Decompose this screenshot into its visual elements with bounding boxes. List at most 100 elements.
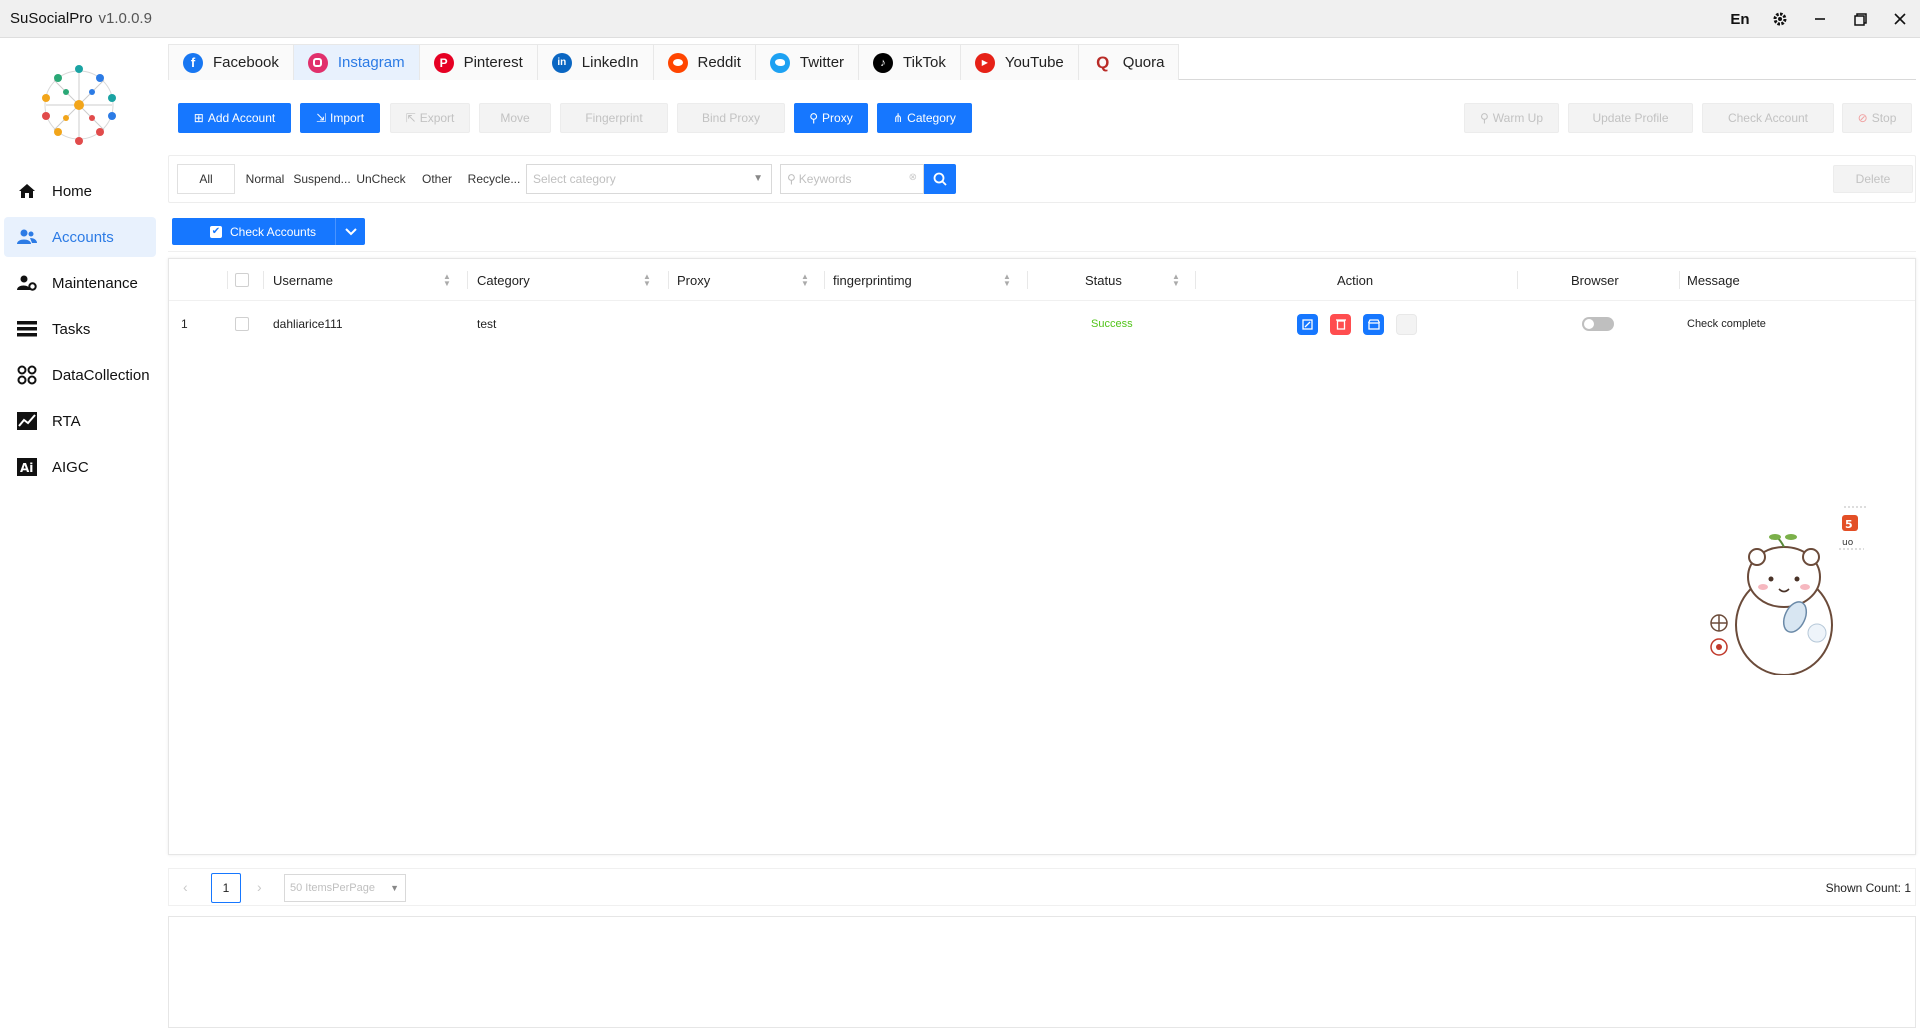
- page-number-button[interactable]: 1: [211, 873, 241, 903]
- column-separator: [263, 271, 264, 289]
- filter-tab-all[interactable]: All: [177, 164, 235, 194]
- proxy-button[interactable]: ⚲ Proxy: [794, 103, 868, 133]
- column-separator: [1027, 271, 1028, 289]
- chevron-down-icon[interactable]: [335, 218, 365, 245]
- more-icon[interactable]: [1396, 313, 1417, 335]
- shop-icon[interactable]: [1363, 313, 1384, 335]
- edit-icon[interactable]: [1297, 313, 1318, 335]
- sort-icon[interactable]: ▲ ▼: [443, 273, 451, 288]
- update-profile-button[interactable]: Update Profile: [1568, 103, 1693, 133]
- language-button[interactable]: En: [1720, 0, 1760, 38]
- import-button[interactable]: ⇲ Import: [300, 103, 380, 133]
- tab-label: Instagram: [337, 54, 405, 71]
- sidebar-item-datacollection[interactable]: DataCollection: [4, 355, 156, 395]
- delete-icon[interactable]: [1330, 313, 1351, 335]
- column-header-fingerprint[interactable]: fingerprintimg: [833, 259, 912, 301]
- svg-text:5: 5: [1845, 518, 1853, 531]
- tab-facebook[interactable]: f Facebook: [168, 44, 294, 80]
- sidebar-item-label: Maintenance: [52, 274, 138, 292]
- column-separator: [1679, 271, 1680, 289]
- fingerprint-button[interactable]: Fingerprint: [560, 103, 668, 133]
- window-controls: En: [1720, 0, 1920, 38]
- close-icon[interactable]: [1880, 0, 1920, 38]
- tab-linkedin[interactable]: in LinkedIn: [536, 44, 654, 80]
- tab-label: Quora: [1122, 54, 1165, 71]
- settings-gear-icon[interactable]: [1760, 0, 1800, 38]
- user-gear-icon: [16, 272, 38, 294]
- sort-icon[interactable]: ▲ ▼: [1003, 273, 1011, 288]
- filter-tab-other[interactable]: Other: [409, 164, 465, 194]
- filter-tab-normal[interactable]: Normal: [239, 164, 291, 194]
- app-name: SuSocialPro: [10, 10, 93, 27]
- sidebar-item-tasks[interactable]: Tasks: [4, 309, 156, 349]
- user-icon: ⚲: [809, 111, 819, 125]
- column-header-category[interactable]: Category: [477, 259, 530, 301]
- sidebar-item-label: AIGC: [52, 458, 89, 476]
- column-header-status[interactable]: Status: [1085, 259, 1122, 301]
- select-all-checkbox[interactable]: [235, 259, 249, 301]
- title-bar: SuSocialPro v1.0.0.9 En: [0, 0, 1920, 38]
- export-button[interactable]: ⇱ Export: [390, 103, 470, 133]
- mascot-sticker-icon: 5 uo: [1710, 506, 1867, 675]
- bind-proxy-button[interactable]: Bind Proxy: [677, 103, 785, 133]
- tiktok-icon: ♪: [873, 52, 894, 73]
- tab-label: LinkedIn: [581, 54, 639, 71]
- tab-youtube[interactable]: ▶ YouTube: [959, 44, 1079, 80]
- filter-tab-suspend[interactable]: Suspend...: [291, 164, 353, 194]
- app-logo-icon: [42, 65, 116, 145]
- sidebar-item-rta[interactable]: RTA: [4, 401, 156, 441]
- cell-message: Check complete: [1687, 318, 1766, 330]
- tab-reddit[interactable]: Reddit: [652, 44, 756, 80]
- cell-actions: [1297, 301, 1429, 347]
- browser-toggle[interactable]: [1582, 317, 1614, 331]
- page-size-select[interactable]: 50 ItemsPerPage ▼: [284, 874, 406, 902]
- checkbox[interactable]: [235, 273, 249, 287]
- sidebar-item-home[interactable]: Home: [4, 171, 156, 211]
- search-button[interactable]: [924, 164, 956, 194]
- warm-up-button[interactable]: ⚲ Warm Up: [1464, 103, 1559, 133]
- tab-twitter[interactable]: Twitter: [754, 44, 860, 80]
- sidebar-item-aigc[interactable]: Ai AIGC: [4, 447, 156, 487]
- import-icon: ⇲: [315, 111, 327, 125]
- tab-instagram[interactable]: Instagram: [292, 44, 420, 80]
- tab-tiktok[interactable]: ♪ TikTok: [858, 44, 961, 80]
- clear-icon[interactable]: ⊗: [909, 172, 917, 183]
- category-button[interactable]: ⋔ Category: [877, 103, 972, 133]
- stop-button[interactable]: ⊘ Stop: [1842, 103, 1912, 133]
- sidebar-item-maintenance[interactable]: Maintenance: [4, 263, 156, 303]
- sidebar-item-label: Home: [52, 182, 93, 200]
- sidebar-item-accounts[interactable]: Accounts: [4, 217, 156, 257]
- stop-icon: ⊘: [1857, 111, 1868, 125]
- category-select[interactable]: Select category ▼: [526, 164, 772, 194]
- row-checkbox[interactable]: [235, 301, 249, 347]
- keywords-input[interactable]: ⚲ Keywords ⊗: [780, 164, 924, 194]
- column-header-action: Action: [1337, 272, 1374, 288]
- sidebar-item-label: RTA: [52, 412, 81, 430]
- check-account-button[interactable]: Check Account: [1702, 103, 1834, 133]
- table-row[interactable]: 1 dahliarice111 test Success Check compl…: [169, 301, 1915, 347]
- restore-icon[interactable]: [1840, 0, 1880, 38]
- search-icon: [933, 172, 947, 186]
- filter-tab-uncheck[interactable]: UnCheck: [353, 164, 409, 194]
- chevron-left-icon[interactable]: ‹: [183, 879, 188, 895]
- column-header-username[interactable]: Username: [273, 259, 333, 301]
- filter-tab-recycle[interactable]: Recycle...: [465, 164, 523, 194]
- sort-icon[interactable]: ▲ ▼: [643, 273, 651, 288]
- ai-icon: Ai: [16, 456, 38, 478]
- checkbox[interactable]: [235, 317, 249, 331]
- youtube-icon: ▶: [974, 52, 995, 73]
- sort-icon[interactable]: ▲ ▼: [1172, 273, 1180, 288]
- pinterest-icon: P: [433, 52, 454, 73]
- chevron-right-icon[interactable]: ›: [257, 879, 262, 895]
- tab-label: Facebook: [213, 54, 279, 71]
- column-header-proxy[interactable]: Proxy: [677, 259, 710, 301]
- add-account-button[interactable]: ⊞ Add Account: [178, 103, 291, 133]
- sort-icon[interactable]: ▲ ▼: [801, 273, 809, 288]
- minimize-icon[interactable]: [1800, 0, 1840, 38]
- tab-pinterest[interactable]: P Pinterest: [418, 44, 538, 80]
- check-accounts-button[interactable]: ✔ Check Accounts: [172, 218, 365, 245]
- delete-button[interactable]: Delete: [1833, 165, 1913, 193]
- tab-quora[interactable]: Q Quora: [1077, 44, 1180, 80]
- move-button[interactable]: Move: [479, 103, 551, 133]
- button-label: Category: [907, 111, 956, 125]
